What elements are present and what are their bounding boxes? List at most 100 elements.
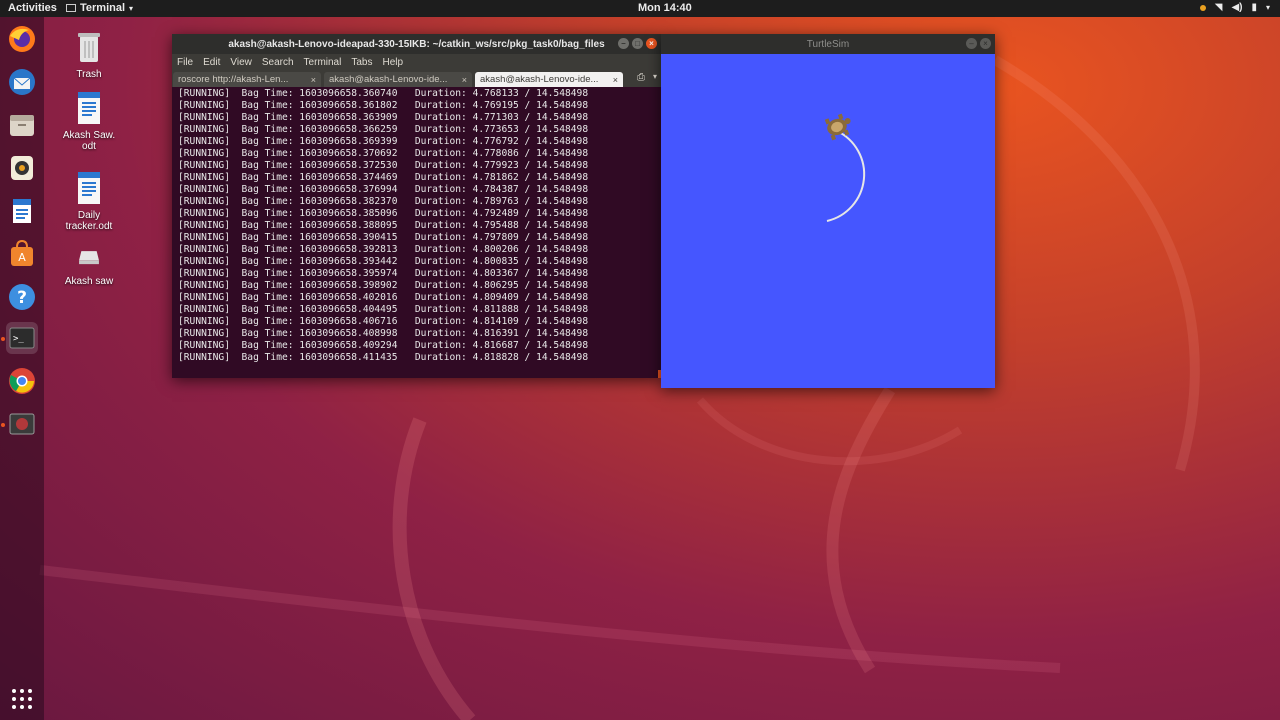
menu-search[interactable]: Search — [262, 57, 294, 68]
writer-icon[interactable] — [6, 195, 38, 227]
terminal-small-icon — [66, 4, 76, 12]
chrome-icon[interactable] — [6, 365, 38, 397]
terminal-line: [RUNNING] Bag Time: 1603096658.363909 Du… — [178, 112, 589, 123]
minimize-button[interactable]: – — [966, 38, 977, 49]
volume-icon: ◀) — [1231, 2, 1243, 13]
menu-edit[interactable]: Edit — [203, 57, 220, 68]
tab-roscore[interactable]: roscore http://akash-Len... × — [173, 72, 321, 87]
terminal-line: [RUNNING] Bag Time: 1603096658.388095 Du… — [178, 220, 589, 231]
terminal-line: [RUNNING] Bag Time: 1603096658.406716 Du… — [178, 316, 589, 327]
menu-help[interactable]: Help — [382, 57, 403, 68]
terminal-line: [RUNNING] Bag Time: 1603096658.374469 Du… — [178, 172, 589, 183]
new-tab-icon[interactable]: ⎙ — [637, 72, 645, 83]
close-tab-icon[interactable]: × — [613, 75, 618, 85]
close-button[interactable]: × — [646, 38, 657, 49]
help-icon[interactable]: ? — [6, 281, 38, 313]
terminal-line: [RUNNING] Bag Time: 1603096658.361802 Du… — [178, 100, 589, 111]
tab-label: akash@akash-Lenovo-ide... — [329, 74, 448, 85]
terminal-line: [RUNNING] Bag Time: 1603096658.370692 Du… — [178, 148, 589, 159]
running-indicator — [1, 423, 5, 427]
close-tab-icon[interactable]: × — [462, 75, 467, 85]
show-applications-icon[interactable] — [6, 683, 38, 715]
menu-terminal[interactable]: Terminal — [304, 57, 342, 68]
top-panel: Activities Terminal ▾ Mon 14:40 ◥ ◀) ▮ ▾ — [0, 0, 1280, 17]
rhythmbox-icon[interactable] — [6, 152, 38, 184]
trash-icon — [78, 33, 100, 62]
chevron-down-icon: ▾ — [129, 3, 134, 13]
terminal-line: [RUNNING] Bag Time: 1603096658.369399 Du… — [178, 136, 589, 147]
turtlesim-window[interactable]: TurtleSim – × — [661, 34, 995, 388]
desktop-icon-trash[interactable]: Trash — [54, 30, 124, 80]
terminal-line: [RUNNING] Bag Time: 1603096658.404495 Du… — [178, 304, 589, 315]
chevron-down-icon: ▾ — [1265, 3, 1270, 12]
app-menu[interactable]: Terminal ▾ — [66, 2, 133, 14]
running-indicator — [1, 337, 5, 341]
disk-icon[interactable] — [6, 408, 38, 440]
wifi-icon: ◥ — [1214, 2, 1223, 13]
desktop-icon-akash-saw-odt[interactable]: Akash Saw. odt — [54, 91, 124, 152]
terminal-line: [RUNNING] Bag Time: 1603096658.360740 Du… — [178, 88, 589, 99]
terminal-line: [RUNNING] Bag Time: 1603096658.385096 Du… — [178, 208, 589, 219]
terminal-line: [RUNNING] Bag Time: 1603096658.382370 Du… — [178, 196, 589, 207]
terminal-line: [RUNNING] Bag Time: 1603096658.395974 Du… — [178, 268, 589, 279]
document-icon — [78, 92, 100, 124]
desktop-icon-label: Trash — [76, 69, 102, 80]
terminal-line: [RUNNING] Bag Time: 1603096658.409294 Du… — [178, 340, 589, 351]
terminal-menubar: File Edit View Search Terminal Tabs Help — [172, 54, 661, 70]
terminal-line: [RUNNING] Bag Time: 1603096658.390415 Du… — [178, 232, 589, 243]
terminal-line: [RUNNING] Bag Time: 1603096658.408998 Du… — [178, 328, 589, 339]
close-button[interactable]: × — [980, 38, 991, 49]
terminal-tabs: roscore http://akash-Len... × akash@akas… — [172, 70, 661, 87]
terminal-line: [RUNNING] Bag Time: 1603096658.392813 Du… — [178, 244, 589, 255]
turtle-icon — [824, 113, 851, 141]
files-icon[interactable] — [6, 109, 38, 141]
menu-tabs[interactable]: Tabs — [351, 57, 372, 68]
activities-button[interactable]: Activities — [8, 2, 57, 14]
firefox-icon[interactable] — [6, 23, 38, 55]
tab-label: akash@akash-Lenovo-ide... — [480, 74, 599, 85]
terminal-titlebar[interactable]: akash@akash-Lenovo-ideapad-330-15IKB: ~/… — [172, 34, 661, 54]
terminal-line: [RUNNING] Bag Time: 1603096658.393442 Du… — [178, 256, 589, 267]
close-tab-icon[interactable]: × — [311, 75, 316, 85]
menu-file[interactable]: File — [177, 57, 193, 68]
terminal-output[interactable]: [RUNNING] Bag Time: 1603096658.360740 Du… — [172, 87, 661, 365]
terminal-line: [RUNNING] Bag Time: 1603096658.411435 Du… — [178, 352, 589, 363]
desktop-icon-label: Akash Saw. odt — [62, 130, 116, 152]
svg-text:>_: >_ — [13, 334, 24, 344]
desktop-icon-label: Akash saw — [64, 276, 114, 287]
turtlesim-titlebar[interactable]: TurtleSim – × — [661, 34, 995, 54]
terminal-window[interactable]: akash@akash-Lenovo-ideapad-330-15IKB: ~/… — [172, 34, 661, 378]
app-menu-label: Terminal — [80, 2, 126, 14]
software-icon[interactable]: A — [6, 238, 38, 270]
battery-icon: ▮ — [1251, 2, 1257, 13]
maximize-button[interactable]: □ — [632, 38, 643, 49]
menu-view[interactable]: View — [230, 57, 252, 68]
thunderbird-icon[interactable] — [6, 66, 38, 98]
terminal-line: [RUNNING] Bag Time: 1603096658.402016 Du… — [178, 292, 589, 303]
minimize-button[interactable]: – — [618, 38, 629, 49]
svg-text:?: ? — [17, 288, 27, 308]
tab-terminal-2[interactable]: akash@akash-Lenovo-ide... × — [324, 72, 472, 87]
window-title: TurtleSim — [806, 38, 850, 50]
window-title: akash@akash-Lenovo-ideapad-330-15IKB: ~/… — [228, 38, 605, 50]
tab-terminal-3[interactable]: akash@akash-Lenovo-ide... × — [475, 72, 623, 87]
svg-text:A: A — [18, 251, 26, 264]
clock[interactable]: Mon 14:40 — [638, 2, 692, 14]
terminal-icon[interactable]: >_ — [6, 322, 38, 354]
desktop-icon-daily-tracker[interactable]: Daily tracker.odt — [54, 171, 124, 232]
tab-label: roscore http://akash-Len... — [178, 74, 289, 85]
document-icon — [78, 172, 100, 204]
dock: A ? >_ — [0, 17, 44, 720]
tab-menu-chevron-icon[interactable]: ▾ — [653, 72, 657, 83]
turtlesim-canvas — [824, 113, 866, 222]
drive-icon — [79, 251, 99, 265]
desktop-icon-label: Daily tracker.odt — [65, 210, 113, 232]
terminal-line: [RUNNING] Bag Time: 1603096658.366259 Du… — [178, 124, 589, 135]
system-tray[interactable]: ◥ ◀) ▮ ▾ — [1199, 2, 1270, 13]
turtle-trail — [826, 130, 866, 222]
terminal-line: [RUNNING] Bag Time: 1603096658.376994 Du… — [178, 184, 589, 195]
terminal-line: [RUNNING] Bag Time: 1603096658.398902 Du… — [178, 280, 589, 291]
desktop-icon-akash-saw-drive[interactable]: Akash saw — [54, 245, 124, 287]
terminal-line: [RUNNING] Bag Time: 1603096658.372530 Du… — [178, 160, 589, 171]
notification-dot-icon — [1199, 4, 1206, 11]
